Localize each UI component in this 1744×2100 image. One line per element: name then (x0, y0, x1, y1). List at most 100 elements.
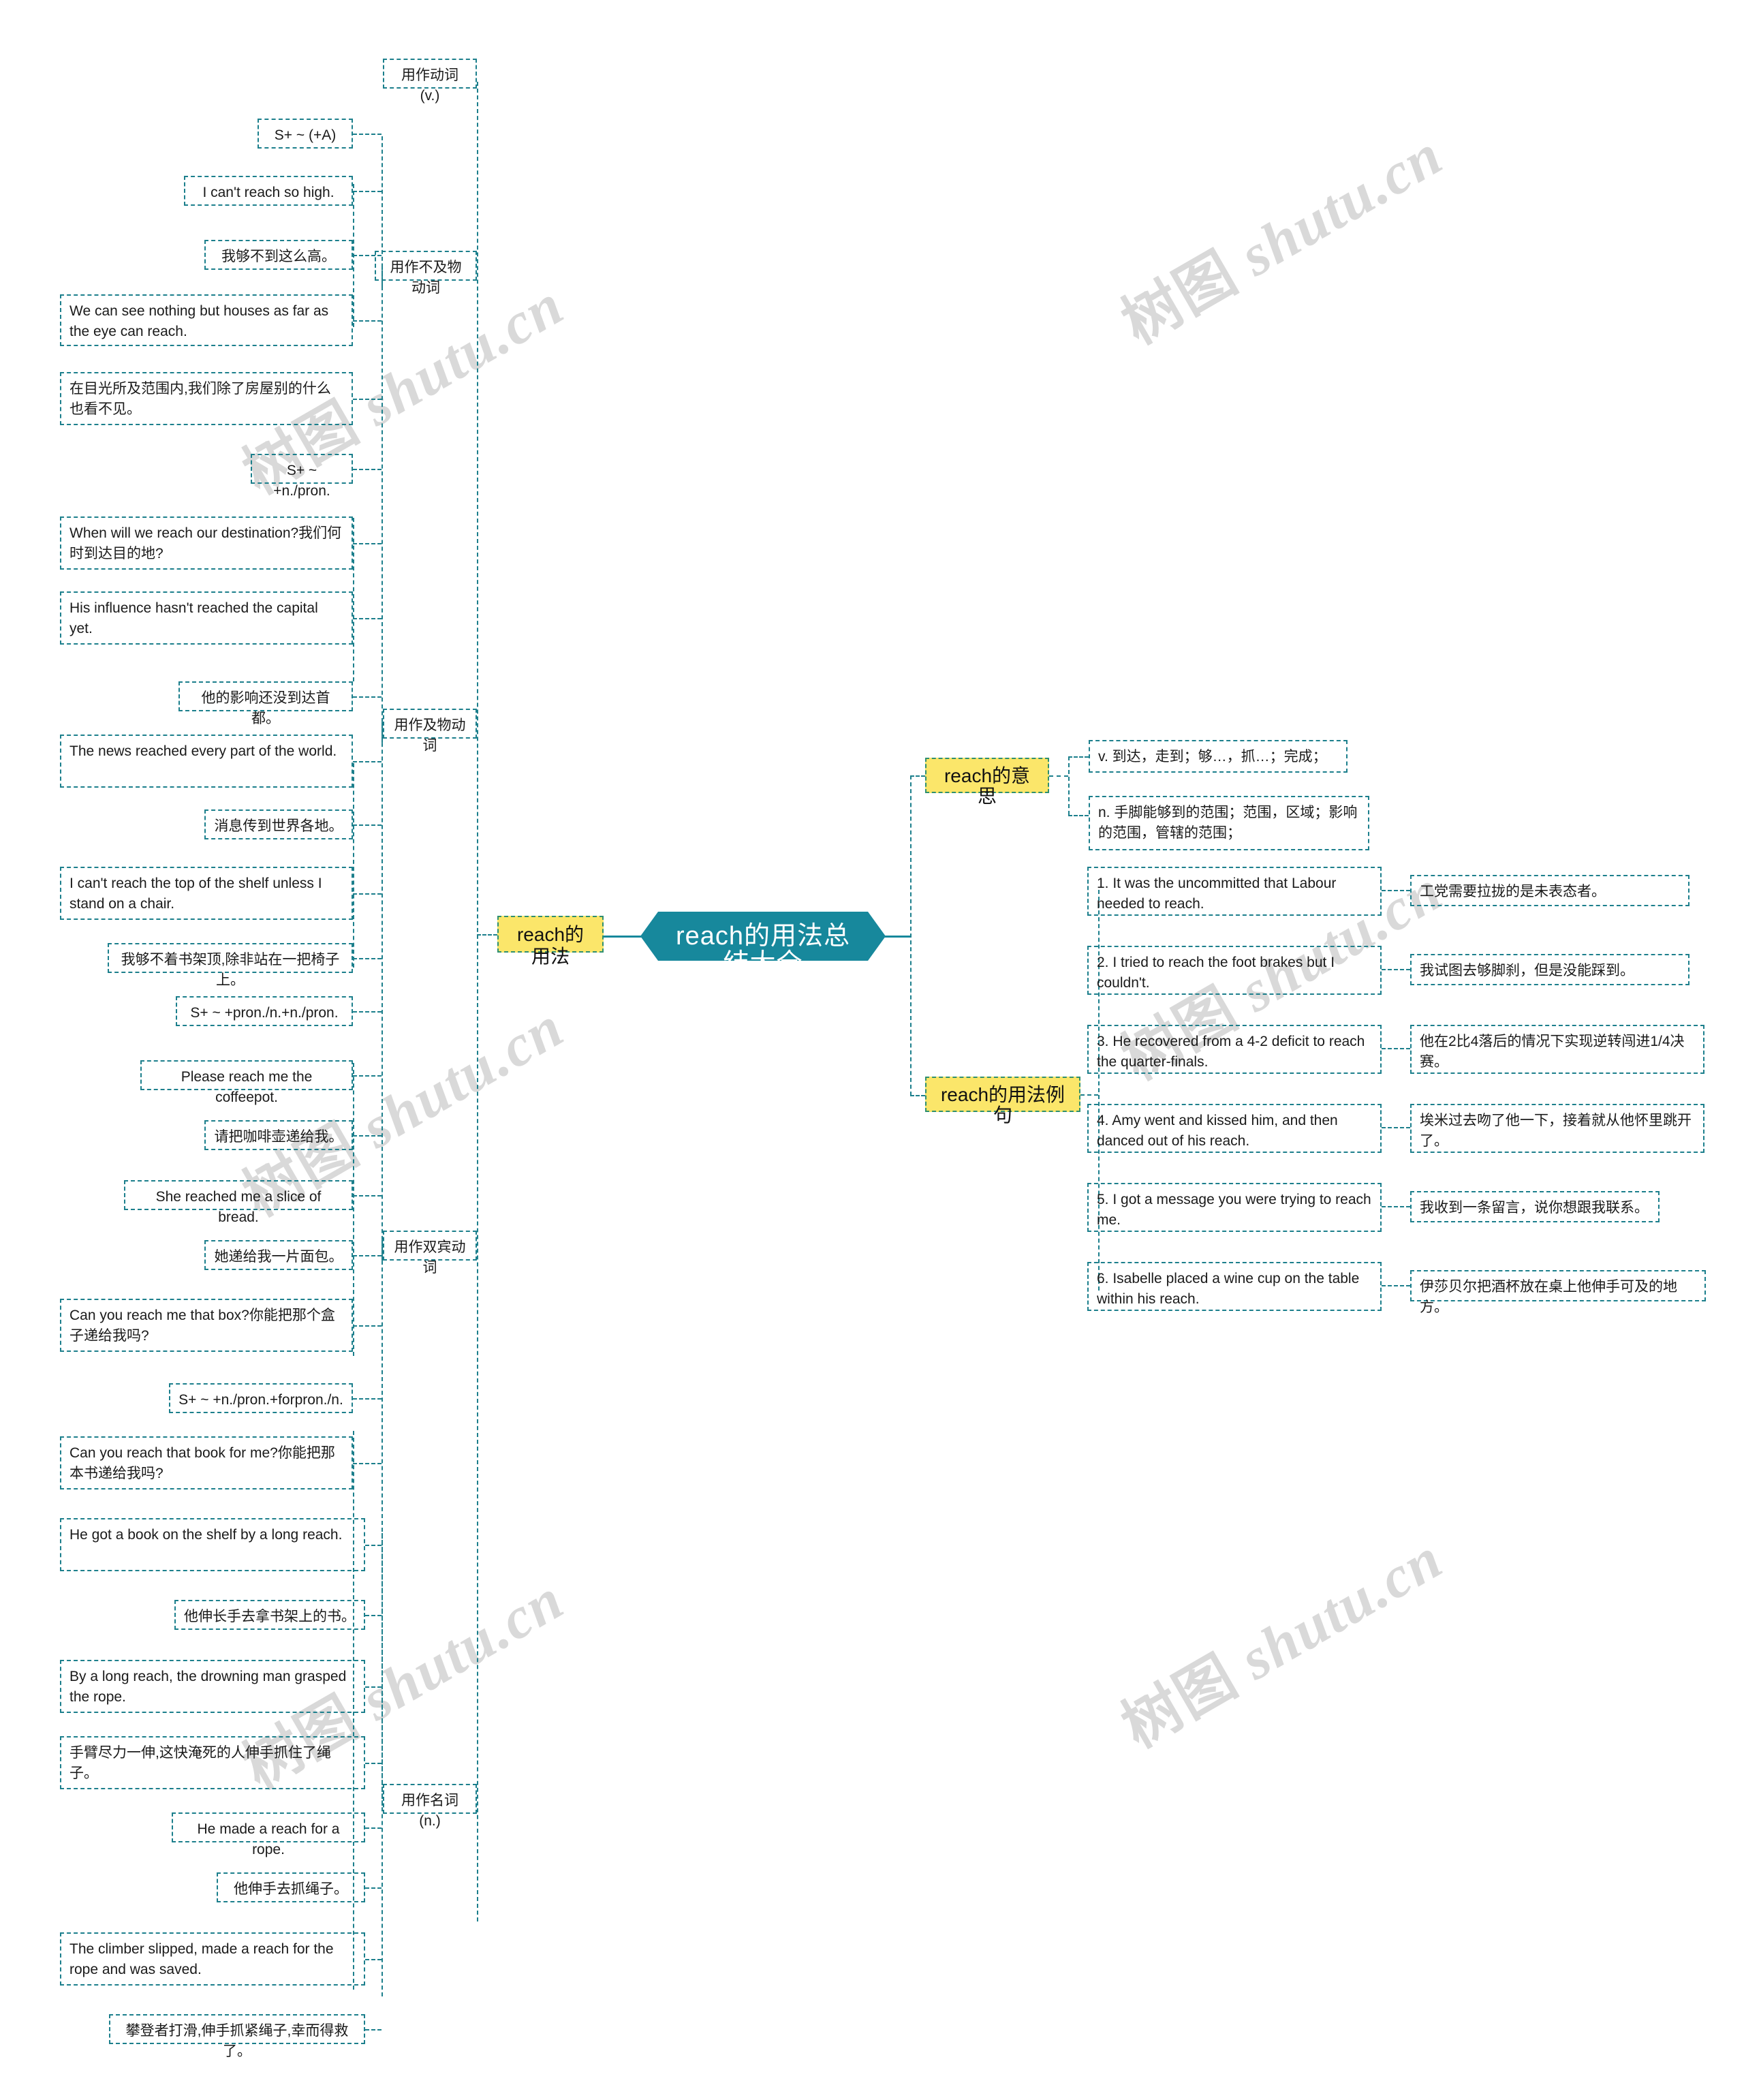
branch-ditransitive[interactable]: 用作双宾动词 (383, 1231, 477, 1276)
pattern-s-a[interactable]: S+ ~ (+A) (258, 119, 353, 149)
left-root-node[interactable]: reach的用法 (497, 916, 604, 967)
connector-pattern-0 (353, 134, 382, 135)
meaning-node[interactable]: reach的意思 (925, 758, 1049, 807)
left-main-spine (477, 82, 478, 1921)
left-sub-spine-e (382, 1533, 383, 1996)
leaf-box[interactable]: Please reach me the coffeepot. (140, 1060, 353, 1105)
leaf-box[interactable]: Can you reach that book for me?你能把那本书递给我… (60, 1436, 353, 1489)
leaf-box[interactable]: 我够不到这么高。 (204, 240, 353, 270)
connector-pattern-3 (353, 1398, 382, 1400)
mindmap-canvas: 树图 shutu.cn 树图 shutu.cn 树图 shutu.cn 树图 s… (0, 0, 1744, 2100)
leaf-connector (365, 1827, 382, 1829)
connector-pattern-2 (353, 1011, 382, 1013)
example-zh[interactable]: 他在2比4落后的情况下实现逆转闯进1/4决赛。 (1410, 1025, 1704, 1074)
central-topic[interactable]: reach的用法总结大全 (640, 912, 886, 961)
examples-node[interactable]: reach的用法例句 (925, 1077, 1080, 1126)
leaf-spine-4 (353, 1063, 354, 1356)
example-zh[interactable]: 工党需要拉拢的是未表态者。 (1410, 875, 1690, 906)
leaf-connector (365, 1615, 382, 1616)
example-en[interactable]: 6. Isabelle placed a wine cup on the tab… (1087, 1262, 1382, 1311)
leaf-connector (353, 696, 382, 698)
pattern-s-n-for-pron[interactable]: S+ ~ +n./pron.+forpron./n. (169, 1383, 353, 1413)
meaning-item[interactable]: v. 到达，走到；够…，抓…；完成； (1089, 740, 1348, 773)
connector-meaning-out (1049, 775, 1068, 777)
leaf-box[interactable]: When will we reach our destination?我们何时到… (60, 516, 353, 570)
leaf-box[interactable]: We can see nothing but houses as far as … (60, 294, 353, 346)
branch-verb[interactable]: 用作动词(v.) (383, 59, 477, 104)
leaf-connector (353, 1195, 382, 1196)
connector-left-root-stub (477, 934, 497, 936)
leaf-box[interactable]: Can you reach me that box?你能把那个盒子递给我吗? (60, 1299, 353, 1352)
leaf-connector (353, 320, 382, 322)
leaf-box[interactable]: She reached me a slice of bread. (124, 1180, 353, 1225)
example-en[interactable]: 2. I tried to reach the foot brakes but … (1087, 946, 1382, 995)
leaf-box[interactable]: He got a book on the shelf by a long rea… (60, 1518, 365, 1571)
left-sub-spine-c (382, 722, 383, 1261)
leaf-box[interactable]: The news reached every part of the world… (60, 735, 353, 788)
left-sub-spine-b (382, 266, 383, 743)
connector-pattern-1 (353, 469, 382, 470)
example-en[interactable]: 1. It was the uncommitted that Labour ne… (1087, 867, 1382, 916)
leaf-connector (365, 1763, 382, 1764)
leaf-connector (353, 255, 382, 256)
leaf-connector (353, 618, 382, 619)
connector-examples-out (1080, 1094, 1098, 1096)
leaf-connector (353, 399, 382, 400)
example-zh[interactable]: 伊莎贝尔把酒杯放在桌上他伸手可及的地方。 (1410, 1270, 1706, 1315)
leaf-box[interactable]: His influence hasn't reached the capital… (60, 591, 353, 645)
leaf-box[interactable]: 他伸手去抓绳子。 (217, 1872, 365, 1902)
connector-center-to-right (884, 936, 910, 938)
branch-transitive[interactable]: 用作及物动词 (383, 709, 477, 754)
leaf-connector (365, 1686, 382, 1688)
leaf-box[interactable]: The climber slipped, made a reach for th… (60, 1932, 365, 1986)
example-connector (1382, 1127, 1410, 1128)
meaning-connector (1068, 815, 1089, 816)
leaf-box[interactable]: By a long reach, the drowning man graspe… (60, 1660, 365, 1713)
leaf-connector (353, 543, 382, 544)
example-zh[interactable]: 我收到一条留言，说你想跟我联系。 (1410, 1191, 1660, 1222)
leaf-box[interactable]: 我够不着书架顶,除非站在一把椅子上。 (108, 943, 353, 988)
branch-intransitive[interactable]: 用作不及物动词 (375, 251, 477, 296)
pattern-s-n-pron[interactable]: S+ ~ +n./pron. (251, 454, 353, 499)
example-connector (1382, 1206, 1410, 1207)
example-en[interactable]: 5. I got a message you were trying to re… (1087, 1183, 1382, 1232)
leaf-connector (365, 1887, 382, 1889)
leaf-connector (353, 761, 382, 762)
leaf-box[interactable]: I can't reach so high. (184, 176, 353, 206)
example-zh[interactable]: 埃米过去吻了他一下，接着就从他怀里跳开了。 (1410, 1104, 1704, 1153)
watermark: 树图 shutu.cn (1111, 1524, 1454, 1761)
leaf-box[interactable]: 请把咖啡壶递给我。 (204, 1120, 353, 1150)
leaf-spine-3 (353, 763, 354, 968)
meaning-item[interactable]: n. 手脚能够到的范围；范围，区域；影响的范围，管辖的范围； (1089, 796, 1369, 850)
connector-right-spine (910, 775, 912, 1096)
meaning-connector (1068, 756, 1089, 758)
leaf-box[interactable]: He made a reach for a rope. (172, 1812, 365, 1857)
left-sub-spine-a (382, 136, 383, 288)
leaf-connector (353, 1325, 382, 1327)
leaf-connector (365, 2029, 382, 2030)
leaf-box[interactable]: 她递给我一片面包。 (204, 1240, 353, 1270)
connector-to-examples (910, 1095, 925, 1096)
leaf-spine-2 (353, 518, 354, 681)
leaf-box[interactable]: 攀登者打滑,伸手抓紧绳子,幸而得救了。 (109, 2014, 365, 2059)
leaf-box[interactable]: 他的影响还没到达首都。 (178, 681, 353, 726)
example-zh[interactable]: 我试图去够脚刹，但是没能踩到。 (1410, 954, 1690, 985)
pattern-s-pron-n[interactable]: S+ ~ +pron./n.+n./pron. (176, 996, 353, 1026)
leaf-connector (353, 824, 382, 826)
leaf-box[interactable]: 消息传到世界各地。 (204, 809, 353, 839)
leaf-connector (353, 1075, 382, 1077)
leaf-box[interactable]: 在目光所及范围内,我们除了房屋别的什么也看不见。 (60, 372, 353, 425)
example-connector (1382, 1048, 1410, 1049)
branch-noun[interactable]: 用作名词(n.) (383, 1784, 477, 1829)
example-en[interactable]: 3. He recovered from a 4-2 deficit to re… (1087, 1025, 1382, 1074)
leaf-connector (353, 893, 382, 895)
example-connector (1382, 890, 1410, 891)
leaf-box[interactable]: 手臂尽力一伸,这快淹死的人伸手抓住了绳子。 (60, 1736, 365, 1789)
leaf-connector (353, 191, 382, 192)
leaf-box[interactable]: I can't reach the top of the shelf unles… (60, 867, 353, 920)
example-en[interactable]: 4. Amy went and kissed him, and then dan… (1087, 1104, 1382, 1153)
leaf-connector (365, 1959, 382, 1960)
leaf-box[interactable]: 他伸长手去拿书架上的书。 (174, 1600, 365, 1630)
leaf-connector (365, 1545, 382, 1546)
leaf-connector (353, 958, 382, 959)
